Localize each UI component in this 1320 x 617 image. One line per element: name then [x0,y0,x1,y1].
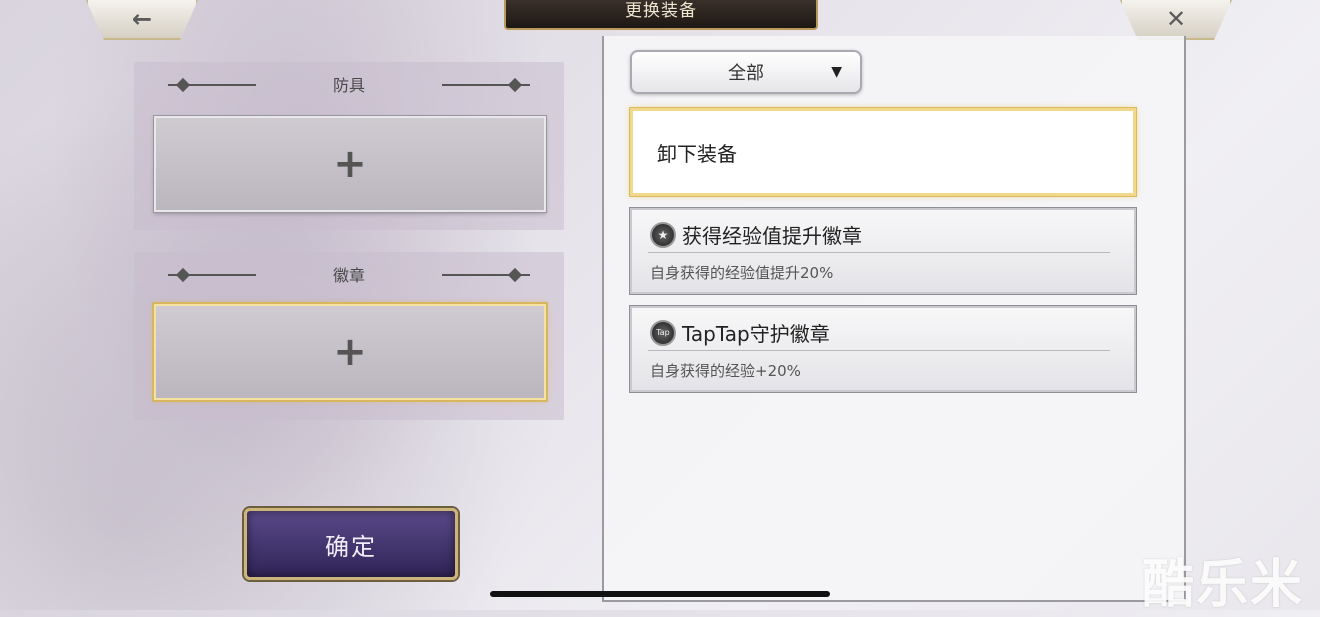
badge-slot-header: 徽章 [134,252,564,296]
close-icon: ✕ [1165,5,1187,33]
item-name: TapTap守护徽章 [682,322,830,346]
armor-slot[interactable]: + [154,116,546,212]
item-title: ★ 获得经验值提升徽章 [650,220,862,249]
close-button[interactable]: ✕ [1120,0,1232,40]
badge-slot[interactable]: + [154,304,546,400]
badge-slot-panel: 徽章 + [134,252,564,420]
plus-icon: + [333,141,367,187]
item-title: Tap TapTap守护徽章 [650,318,830,347]
item-description: 自身获得的经验+20% [650,362,801,380]
divider [648,252,1110,253]
ornament-right-icon [442,274,530,276]
taptap-badge-icon: Tap [650,319,676,346]
ornament-left-icon [168,274,256,276]
list-item[interactable]: ★ 获得经验值提升徽章 自身获得的经验值提升20% [630,208,1136,294]
back-button[interactable]: ← [86,0,198,40]
unequip-button[interactable]: 卸下装备 [630,108,1136,196]
page-title: 更换装备 [504,0,818,30]
chevron-down-icon: ▼ [831,64,842,80]
divider [648,350,1110,351]
plus-icon: + [333,329,367,375]
filter-dropdown[interactable]: 全部 ▼ [630,50,862,94]
watermark-logo: 酷乐米 [1142,555,1305,615]
item-description: 自身获得的经验值提升20% [650,264,834,282]
ornament-left-icon [168,84,256,86]
filter-value: 全部 [728,63,764,84]
item-name: 获得经验值提升徽章 [682,224,862,248]
armor-slot-label: 防具 [332,76,365,95]
ornament-right-icon [442,84,530,86]
armor-slot-header: 防具 [134,62,564,106]
confirm-button[interactable]: 确定 [244,508,458,580]
star-badge-icon: ★ [650,221,676,248]
badge-slot-label: 徽章 [332,266,365,285]
armor-slot-panel: 防具 + [134,62,564,230]
home-indicator [490,591,830,597]
arrow-left-icon: ← [131,5,153,33]
list-item[interactable]: Tap TapTap守护徽章 自身获得的经验+20% [630,306,1136,392]
unequip-label: 卸下装备 [657,141,737,166]
